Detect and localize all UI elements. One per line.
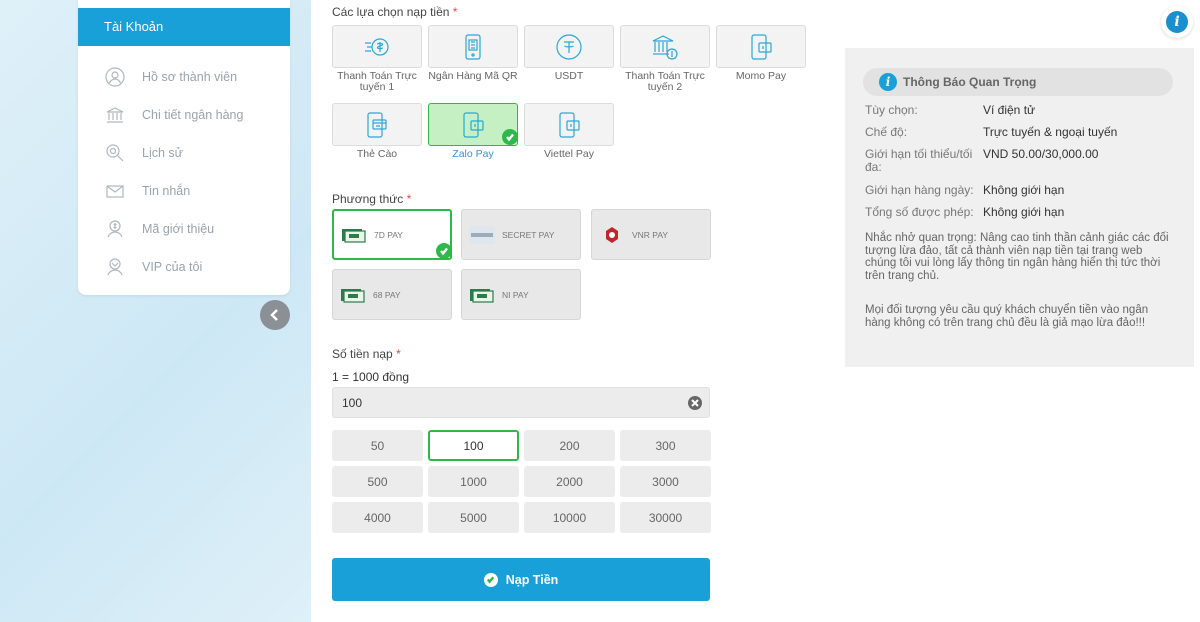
method-ni-pay[interactable]: NI PAY <box>461 269 581 320</box>
amount-option[interactable]: 300 <box>620 430 711 461</box>
notice-reminder: Nhắc nhở quan trọng: Nâng cao tinh thần … <box>865 232 1169 282</box>
check-circle-icon <box>483 572 498 587</box>
amount-option[interactable]: 3000 <box>620 466 711 497</box>
method-name: NI PAY <box>502 289 529 300</box>
amount-option[interactable]: 50 <box>332 430 423 461</box>
option-scratch-card[interactable] <box>332 103 422 146</box>
bank-transfer-icon <box>652 34 678 60</box>
amount-option[interactable]: 100 <box>428 430 519 461</box>
method-name: VNR PAY <box>632 229 669 240</box>
notice-header: i Thông Báo Quan Trọng <box>863 68 1173 96</box>
selected-check-icon <box>502 129 518 145</box>
option-online-payment-2[interactable] <box>620 25 710 68</box>
amount-option[interactable]: 10000 <box>524 502 615 533</box>
amount-option[interactable]: 500 <box>332 466 423 497</box>
info-button[interactable]: i <box>1161 6 1193 38</box>
sidebar-item-referral[interactable]: Mã giới thiệu <box>78 210 290 248</box>
deposit-options-label: Các lựa chọn nạp tiền * <box>332 5 458 19</box>
option-label: Thẻ Cào <box>356 148 398 160</box>
method-label: Phương thức * <box>332 192 412 206</box>
method-vnr-pay[interactable]: VNR PAY <box>591 209 711 260</box>
selected-check-icon <box>436 243 452 259</box>
notice-title: Thông Báo Quan Trọng <box>903 75 1037 89</box>
option-label: USDT <box>554 70 584 82</box>
wallet-phone-icon <box>463 111 484 138</box>
method-secret-pay[interactable]: SECRET PAY <box>461 209 581 260</box>
wallet-phone-icon <box>751 33 772 60</box>
option-momo-pay[interactable] <box>716 25 806 68</box>
method-7d-pay[interactable]: 7D PAY <box>332 209 452 260</box>
exchange-rate-text: 1 = 1000 đồng <box>332 370 410 384</box>
option-label: Ngân Hàng Mã QR <box>428 70 518 82</box>
sidebar-item-label: Hồ sơ thành viên <box>142 70 238 84</box>
important-notice-panel: i Thông Báo Quan Trọng Tùy chọn: Ví điện… <box>845 48 1194 367</box>
amount-label: Số tiền nạp * <box>332 347 401 361</box>
option-label: Momo Pay <box>735 70 787 82</box>
close-icon <box>691 399 699 407</box>
amount-option[interactable]: 30000 <box>620 502 711 533</box>
card-phone-icon <box>367 111 387 138</box>
sidebar-item-history[interactable]: Lịch sử <box>78 134 290 172</box>
method-68-pay[interactable]: 68 PAY <box>332 269 452 320</box>
option-label: Viettel Pay <box>543 148 594 160</box>
cash-icon <box>340 286 366 304</box>
deposit-submit-button[interactable]: Nạp Tiền <box>332 558 710 601</box>
cash-icon <box>341 226 367 244</box>
bank-icon <box>104 104 126 126</box>
usdt-icon <box>556 33 582 60</box>
amount-option[interactable]: 4000 <box>332 502 423 533</box>
user-icon <box>104 66 126 88</box>
option-label: Thanh Toán Trực tuyến 1 <box>337 70 417 93</box>
clear-amount-button[interactable] <box>688 396 702 410</box>
coin-transfer-icon <box>365 37 389 56</box>
sidebar-item-vip[interactable]: VIP của tôi <box>78 248 290 286</box>
wallet-phone-icon <box>559 111 580 138</box>
sidebar-item-label: Tin nhắn <box>142 184 191 198</box>
deposit-panel: Các lựa chọn nạp tiền * Thanh Toán Trực … <box>311 0 1200 622</box>
option-online-payment-1[interactable] <box>332 25 422 68</box>
chevron-left-icon <box>270 309 278 321</box>
sidebar-menu: Hồ sơ thành viên Chi tiết ngân hàng Lịch… <box>78 58 290 286</box>
notice-warning: Mọi đối tượng yêu cầu quý khách chuyển t… <box>865 304 1149 329</box>
referral-icon <box>104 218 126 240</box>
amount-option[interactable]: 5000 <box>428 502 519 533</box>
amount-input[interactable]: 100 <box>332 387 710 418</box>
info-icon: i <box>1166 11 1188 33</box>
account-sidebar: Tài Khoản Hồ sơ thành viên Chi tiết ngân… <box>78 0 290 295</box>
cash-icon <box>469 286 495 304</box>
sidebar-item-messages[interactable]: Tin nhắn <box>78 172 290 210</box>
search-history-icon <box>104 142 126 164</box>
sidebar-item-label: Chi tiết ngân hàng <box>142 108 244 122</box>
option-usdt[interactable] <box>524 25 614 68</box>
qr-phone-icon <box>465 33 481 60</box>
method-name: 68 PAY <box>373 289 401 300</box>
collapse-sidebar-button[interactable] <box>260 300 290 330</box>
method-name: SECRET PAY <box>502 229 555 240</box>
option-label: Zalo Pay <box>452 148 494 160</box>
sidebar-item-label: Lịch sử <box>142 146 184 160</box>
vnrpay-logo <box>599 226 625 244</box>
option-viettel-pay[interactable] <box>524 103 614 146</box>
sidebar-header[interactable]: Tài Khoản <box>78 8 290 46</box>
amount-option[interactable]: 1000 <box>428 466 519 497</box>
mail-icon <box>104 180 126 202</box>
amount-option[interactable]: 200 <box>524 430 615 461</box>
sidebar-item-label: Mã giới thiệu <box>142 222 215 236</box>
sidebar-item-profile[interactable]: Hồ sơ thành viên <box>78 58 290 96</box>
method-name: 7D PAY <box>374 229 403 240</box>
submit-label: Nạp Tiền <box>505 572 559 587</box>
sidebar-item-label: VIP của tôi <box>142 260 203 274</box>
amount-option[interactable]: 2000 <box>524 466 615 497</box>
sidebar-item-bank[interactable]: Chi tiết ngân hàng <box>78 96 290 134</box>
secretpay-logo <box>469 225 495 244</box>
info-icon: i <box>879 73 897 91</box>
option-label: Thanh Toán Trực tuyến 2 <box>625 70 705 93</box>
option-qr-bank[interactable] <box>428 25 518 68</box>
vip-icon <box>104 256 126 278</box>
